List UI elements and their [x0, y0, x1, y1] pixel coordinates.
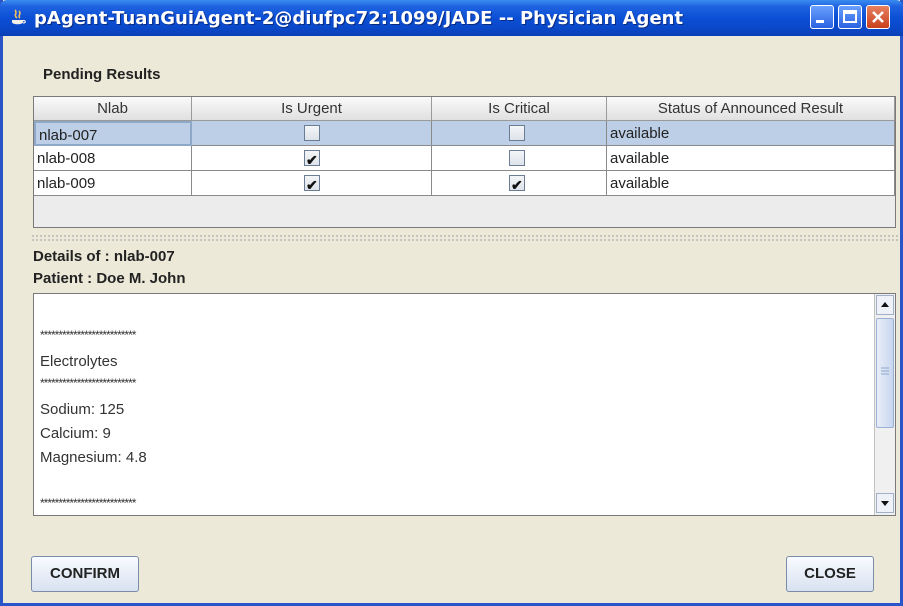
urgent-cell[interactable]: ✔: [192, 146, 432, 171]
pending-results-label: Pending Results: [43, 66, 161, 83]
result-details-text: ************************** Electrolytes …: [40, 326, 147, 518]
table-row[interactable]: nlab-007 available: [34, 121, 895, 146]
critical-checkbox[interactable]: [509, 150, 525, 166]
critical-cell[interactable]: [432, 121, 607, 146]
text-line: Calcium: 9: [40, 425, 111, 442]
nlab-cell[interactable]: nlab-009: [34, 171, 192, 196]
arrow-down-icon: [881, 501, 889, 506]
close-icon: [872, 11, 884, 23]
column-header-is-urgent[interactable]: Is Urgent: [192, 97, 432, 121]
confirm-button[interactable]: CONFIRM: [31, 556, 139, 592]
table-header: Nlab Is Urgent Is Critical Status of Ann…: [34, 97, 897, 121]
grip-icon: [881, 367, 889, 375]
critical-checkbox[interactable]: [509, 125, 525, 141]
nlab-cell[interactable]: nlab-008: [34, 146, 192, 171]
scroll-down-button[interactable]: [876, 493, 894, 513]
scroll-up-button[interactable]: [876, 295, 894, 315]
minimize-icon: [816, 20, 824, 23]
result-details-textarea[interactable]: ************************** Electrolytes …: [33, 293, 896, 516]
urgent-checkbox[interactable]: [304, 125, 320, 141]
minimize-button[interactable]: [810, 5, 834, 29]
text-line: Electrolytes: [40, 353, 118, 370]
status-cell[interactable]: available: [607, 146, 895, 171]
close-window-button[interactable]: [866, 5, 890, 29]
patient-label: Patient : Doe M. John: [33, 270, 186, 287]
nlab-cell[interactable]: nlab-007: [34, 121, 192, 146]
text-line: [40, 470, 147, 494]
checkmark-icon: ✔: [306, 152, 318, 168]
urgent-checkbox[interactable]: ✔: [304, 150, 320, 168]
text-line: Magnesium: 4.8: [40, 449, 147, 466]
checkmark-icon: ✔: [511, 177, 523, 193]
checkmark-icon: ✔: [306, 177, 318, 193]
column-header-status[interactable]: Status of Announced Result: [607, 97, 895, 121]
maximize-icon: [843, 10, 857, 23]
text-line: **************************: [40, 328, 136, 342]
arrow-up-icon: [881, 302, 889, 307]
maximize-button[interactable]: [838, 5, 862, 29]
urgent-cell[interactable]: [192, 121, 432, 146]
window-title: pAgent-TuanGuiAgent-2@diufpc72:1099/JADE…: [34, 8, 684, 29]
vertical-scrollbar[interactable]: [874, 294, 895, 515]
scrollbar-thumb[interactable]: [876, 318, 894, 428]
text-line: **************************: [40, 376, 136, 390]
status-cell[interactable]: available: [607, 171, 895, 196]
java-app-icon: [12, 9, 26, 25]
column-header-nlab[interactable]: Nlab: [34, 97, 192, 121]
split-pane-divider[interactable]: [31, 234, 898, 242]
text-line: Sodium: 125: [40, 401, 125, 418]
critical-cell[interactable]: [432, 146, 607, 171]
physician-agent-window: pAgent-TuanGuiAgent-2@diufpc72:1099/JADE…: [0, 0, 903, 606]
column-header-is-critical[interactable]: Is Critical: [432, 97, 607, 121]
close-button[interactable]: CLOSE: [786, 556, 874, 592]
text-line: **************************: [40, 496, 136, 510]
urgent-checkbox[interactable]: ✔: [304, 175, 320, 193]
status-cell[interactable]: available: [607, 121, 895, 146]
critical-cell[interactable]: ✔: [432, 171, 607, 196]
urgent-cell[interactable]: ✔: [192, 171, 432, 196]
details-of-label: Details of : nlab-007: [33, 248, 175, 265]
table-row[interactable]: nlab-008 ✔ available: [34, 146, 895, 171]
critical-checkbox[interactable]: ✔: [509, 175, 525, 193]
table-row[interactable]: nlab-009 ✔ ✔ available: [34, 171, 895, 196]
title-bar[interactable]: pAgent-TuanGuiAgent-2@diufpc72:1099/JADE…: [0, 0, 903, 36]
pending-results-table: Nlab Is Urgent Is Critical Status of Ann…: [33, 96, 896, 228]
